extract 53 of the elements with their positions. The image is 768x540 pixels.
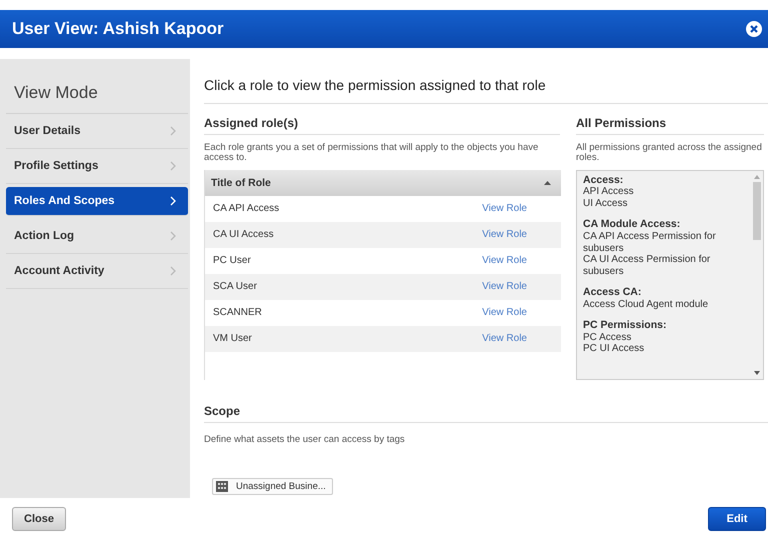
tag-label: Unassigned Busine... xyxy=(236,480,326,492)
role-name: CA UI Access xyxy=(213,229,274,240)
permission-item: UI Access xyxy=(583,198,628,210)
section-description: All permissions granted across the assigned roles. xyxy=(576,141,763,165)
view-role-link[interactable]: View Role xyxy=(482,229,527,240)
role-name: PC User xyxy=(213,255,251,266)
section-title: Scope xyxy=(204,390,768,423)
close-icon[interactable] xyxy=(746,21,762,37)
scroll-down-icon[interactable] xyxy=(754,370,760,375)
permission-item: CA API Access Permission for subusers xyxy=(583,231,717,254)
sidebar-item[interactable]: Account Activity xyxy=(6,254,188,289)
scroll-thumb[interactable] xyxy=(753,182,761,240)
window-title: User View: Ashish Kapoor xyxy=(12,19,224,39)
section-description: Define what assets the user can access by tags xyxy=(204,432,406,447)
chevron-icon xyxy=(170,266,176,276)
chevron-icon xyxy=(170,126,176,136)
sidebar-title: View Mode xyxy=(6,59,188,114)
chevron-icon xyxy=(170,196,176,206)
tag-chip[interactable]: Unassigned Busine... xyxy=(212,478,333,495)
building-icon xyxy=(216,480,228,492)
role-name: CA API Access xyxy=(213,203,280,214)
permission-item: PC UI Access xyxy=(583,343,646,355)
permission-item: Access Cloud Agent module xyxy=(583,298,710,310)
role-name: VM User xyxy=(213,333,252,344)
view-role-link[interactable]: View Role xyxy=(482,255,527,266)
instruction-heading: Click a role to view the permission assigned to that role xyxy=(204,59,768,104)
sidebar-item[interactable]: Roles And Scopes xyxy=(6,187,188,216)
chevron-icon xyxy=(170,231,176,241)
section-title: Assigned role(s) xyxy=(204,104,560,135)
sidebar-item[interactable]: User Details xyxy=(6,114,188,149)
view-role-link[interactable]: View Role xyxy=(482,307,527,318)
view-role-link[interactable]: View Role xyxy=(482,281,527,292)
permission-group-title: Access CA: xyxy=(583,287,642,299)
sidebar-item[interactable]: Profile Settings xyxy=(6,149,188,184)
permission-group-title: PC Permissions: xyxy=(583,320,668,332)
column-header[interactable]: Title of Role xyxy=(205,170,561,196)
view-role-link[interactable]: View Role xyxy=(482,333,527,344)
permission-item: PC Access xyxy=(583,332,632,344)
role-name: SCA User xyxy=(213,281,257,292)
permission-group-title: Access: xyxy=(583,174,624,186)
view-role-link[interactable]: View Role xyxy=(482,203,527,214)
permission-group-title: CA Module Access: xyxy=(583,219,682,232)
section-description: Each role grants you a set of permissions that will apply to the objects you have access to. xyxy=(204,141,540,165)
sidebar-item[interactable]: Action Log xyxy=(6,219,188,254)
close-button[interactable]: Close xyxy=(12,507,66,531)
role-name: SCANNER xyxy=(213,307,262,318)
edit-button[interactable]: Edit xyxy=(708,507,766,531)
section-title: All Permissions xyxy=(576,104,764,135)
scroll-up-icon[interactable] xyxy=(754,174,760,179)
sort-icon xyxy=(544,180,551,185)
permission-item: CA UI Access Permission for subusers xyxy=(583,254,712,278)
permission-item: API Access xyxy=(583,186,635,198)
chevron-icon xyxy=(170,161,176,171)
